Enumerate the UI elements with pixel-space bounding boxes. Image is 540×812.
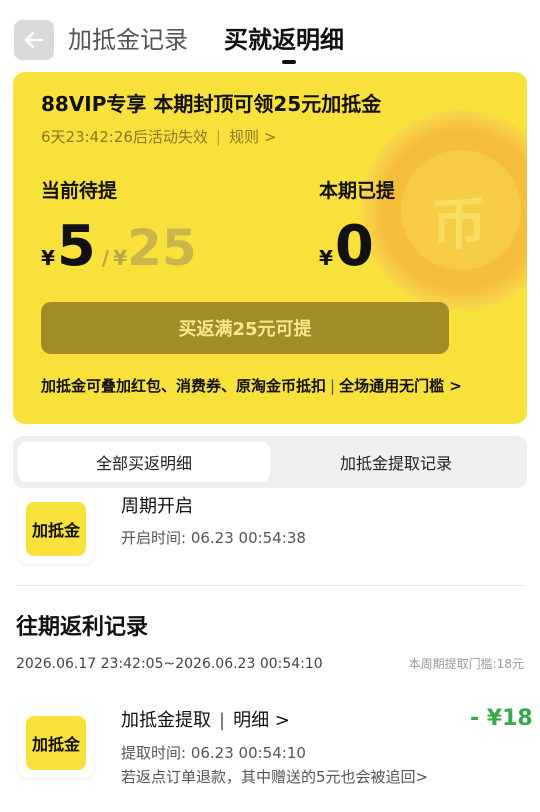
withdraw-icon-label: 加抵金 <box>26 716 86 770</box>
detail-link[interactable]: 明细 > <box>233 710 290 731</box>
withdraw-amount: - ¥18 <box>470 706 533 731</box>
countdown-text: 6天23:42:26后活动失效 <box>41 128 208 146</box>
pending-cap-value: 25 <box>127 219 197 277</box>
divider <box>16 585 524 586</box>
period-threshold: 本周期提取门槛:18元 <box>408 657 524 671</box>
card-footer[interactable]: 加抵金可叠加红包、消费券、原淘金币抵扣 | 全场通用无门槛 > <box>41 375 462 397</box>
currency-symbol-claimed: ¥ <box>319 246 333 270</box>
footer-stacking-text: 加抵金可叠加红包、消费券、原淘金币抵扣 <box>41 377 327 395</box>
cycle-title: 周期开启 <box>121 496 193 517</box>
claim-button[interactable]: 买返满25元可提 <box>41 302 449 354</box>
header: 加抵金记录 买就返明细 <box>0 0 540 70</box>
segment-all-details[interactable]: 全部买返明细 <box>18 442 270 482</box>
segment-withdraw-records[interactable]: 加抵金提取记录 <box>270 442 522 482</box>
tab-details[interactable]: 买就返明细 <box>224 24 344 56</box>
card-title: 88VIP专享 本期封顶可领25元加抵金 <box>41 92 382 116</box>
vip-summary-card: 币 88VIP专享 本期封顶可领25元加抵金 6天23:42:26后活动失效 | 规… <box>13 72 527 424</box>
claimed-label: 本期已提 <box>319 180 396 202</box>
withdraw-title-text: 加抵金提取 <box>121 710 211 731</box>
cycle-start-time: 开启时间: 06.23 00:54:38 <box>121 529 306 547</box>
active-tab-indicator <box>282 60 296 64</box>
currency-symbol-cap: ¥ <box>113 246 128 270</box>
tab-records[interactable]: 加抵金记录 <box>68 24 188 56</box>
cycle-icon: 加抵金 <box>18 494 94 564</box>
pending-amount: ¥ 5 / ¥ 25 <box>41 212 197 293</box>
card-subtitle: 6天23:42:26后活动失效 | 规则 > <box>41 128 277 146</box>
withdraw-icon: 加抵金 <box>18 708 94 778</box>
rules-link[interactable]: 规则 > <box>229 128 276 146</box>
pending-amount-value: 5 <box>56 214 96 279</box>
claimed-amount: ¥ 0 <box>319 212 374 293</box>
withdraw-title: 加抵金提取 | 明细 > <box>121 710 290 731</box>
arrow-left-icon <box>24 31 44 49</box>
coin-icon: 币 <box>431 193 487 258</box>
back-button[interactable] <box>14 20 54 60</box>
refund-note-link[interactable]: 若返点订单退款，其中赠送的5元也会被追回> <box>121 766 428 788</box>
cycle-icon-label: 加抵金 <box>26 502 86 556</box>
pending-label: 当前待提 <box>41 180 118 202</box>
footer-universal-link[interactable]: 全场通用无门槛 > <box>339 377 462 395</box>
period-range: 2026.06.17 23:42:05~2026.06.23 00:54:10 <box>16 656 323 672</box>
withdraw-time: 提取时间: 06.23 00:54:10 <box>121 744 306 762</box>
amount-slash: / <box>101 246 110 270</box>
segment-control: 全部买返明细 加抵金提取记录 <box>13 436 527 488</box>
currency-symbol: ¥ <box>41 246 55 270</box>
claimed-amount-value: 0 <box>334 214 374 279</box>
history-section-title: 往期返利记录 <box>16 615 149 640</box>
